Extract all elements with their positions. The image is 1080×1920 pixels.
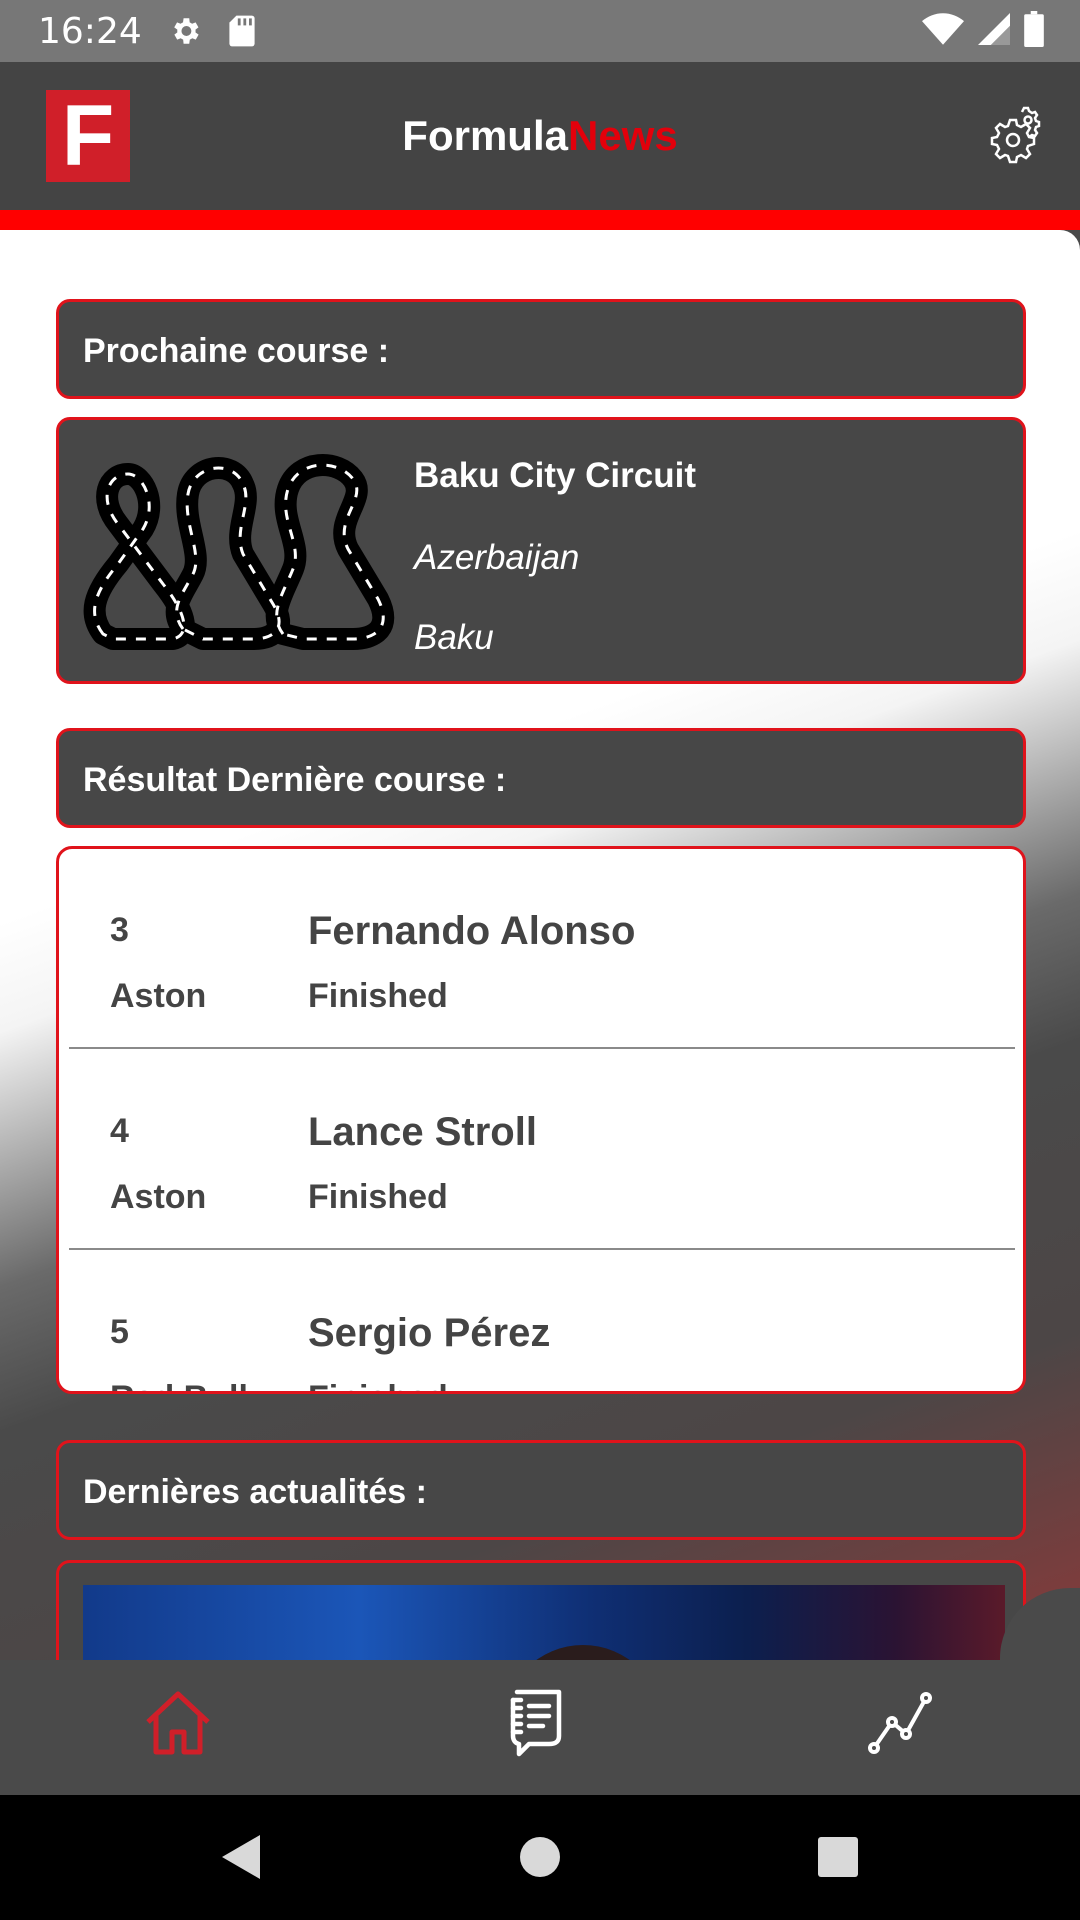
result-status: Finished xyxy=(308,977,448,1015)
app-title: FormulaNews xyxy=(0,112,1080,160)
status-time: 16:24 xyxy=(38,10,142,52)
result-driver: Lance Stroll xyxy=(308,1110,537,1154)
battery-icon xyxy=(1024,10,1044,52)
bottom-navigation xyxy=(0,1588,1080,1795)
result-position: 5 xyxy=(110,1313,129,1351)
settings-button[interactable] xyxy=(978,104,1044,170)
signal-icon xyxy=(978,12,1010,50)
nav-home-button[interactable] xyxy=(138,1682,218,1762)
home-icon xyxy=(146,1691,210,1755)
results-list[interactable]: 3 Aston Fernando Alonso Finished 4 Aston… xyxy=(56,846,1026,1394)
wifi-icon xyxy=(922,12,964,50)
nav-stats-button[interactable] xyxy=(860,1682,940,1762)
news-photo-subject xyxy=(503,1645,663,1660)
circuit-name: Baku City Circuit xyxy=(414,456,696,495)
result-position: 4 xyxy=(110,1112,129,1150)
result-driver: Sergio Pérez xyxy=(308,1311,551,1355)
result-team: Red Bull xyxy=(110,1379,248,1391)
app-title-formula: Formula xyxy=(402,112,568,159)
header-accent-stripe xyxy=(0,210,1080,230)
gear-icon xyxy=(990,106,1041,164)
next-race-header: Prochaine course : xyxy=(56,299,1026,399)
result-team: Aston xyxy=(110,977,207,1015)
last-results-header: Résultat Dernière course : xyxy=(56,728,1026,828)
row-divider xyxy=(69,1248,1015,1250)
status-bar: 16:24 xyxy=(0,0,1080,62)
next-race-title: Prochaine course : xyxy=(83,332,390,370)
home-content[interactable]: Prochaine course : Baku City Circuit Aze… xyxy=(0,230,1080,1660)
news-card[interactable] xyxy=(56,1560,1026,1660)
result-driver: Fernando Alonso xyxy=(308,909,636,953)
table-row[interactable]: 5 Red Bull Sergio Pérez Finished xyxy=(59,1251,1023,1391)
result-status: Finished xyxy=(308,1178,448,1216)
result-position: 3 xyxy=(110,911,129,949)
back-icon[interactable] xyxy=(210,1827,270,1887)
table-row[interactable]: 4 Aston Lance Stroll Finished xyxy=(59,1050,1023,1250)
table-row[interactable]: 3 Aston Fernando Alonso Finished xyxy=(59,849,1023,1049)
settings-status-icon xyxy=(168,14,202,48)
news-thumbnail[interactable] xyxy=(83,1585,1005,1660)
latest-news-title: Dernières actualités : xyxy=(83,1473,427,1511)
news-icon xyxy=(510,1689,562,1757)
nav-news-button[interactable] xyxy=(498,1682,578,1762)
stats-icon xyxy=(868,1692,932,1754)
sd-card-icon xyxy=(228,14,256,48)
result-team: Aston xyxy=(110,1178,207,1216)
recents-icon[interactable] xyxy=(808,1827,868,1887)
home-circle-icon[interactable] xyxy=(510,1827,570,1887)
app-bar: F FormulaNews xyxy=(0,62,1080,210)
row-divider xyxy=(69,1047,1015,1049)
last-results-title: Résultat Dernière course : xyxy=(83,761,507,799)
system-navigation-bar xyxy=(0,1795,1080,1920)
circuit-city: Baku xyxy=(414,618,494,657)
next-race-card[interactable]: Baku City Circuit Azerbaijan Baku xyxy=(56,417,1026,684)
app-title-news: News xyxy=(567,112,678,159)
result-status: Finished xyxy=(308,1379,448,1391)
latest-news-header: Dernières actualités : xyxy=(56,1440,1026,1540)
circuit-track-icon xyxy=(83,454,395,650)
circuit-country: Azerbaijan xyxy=(414,538,580,577)
